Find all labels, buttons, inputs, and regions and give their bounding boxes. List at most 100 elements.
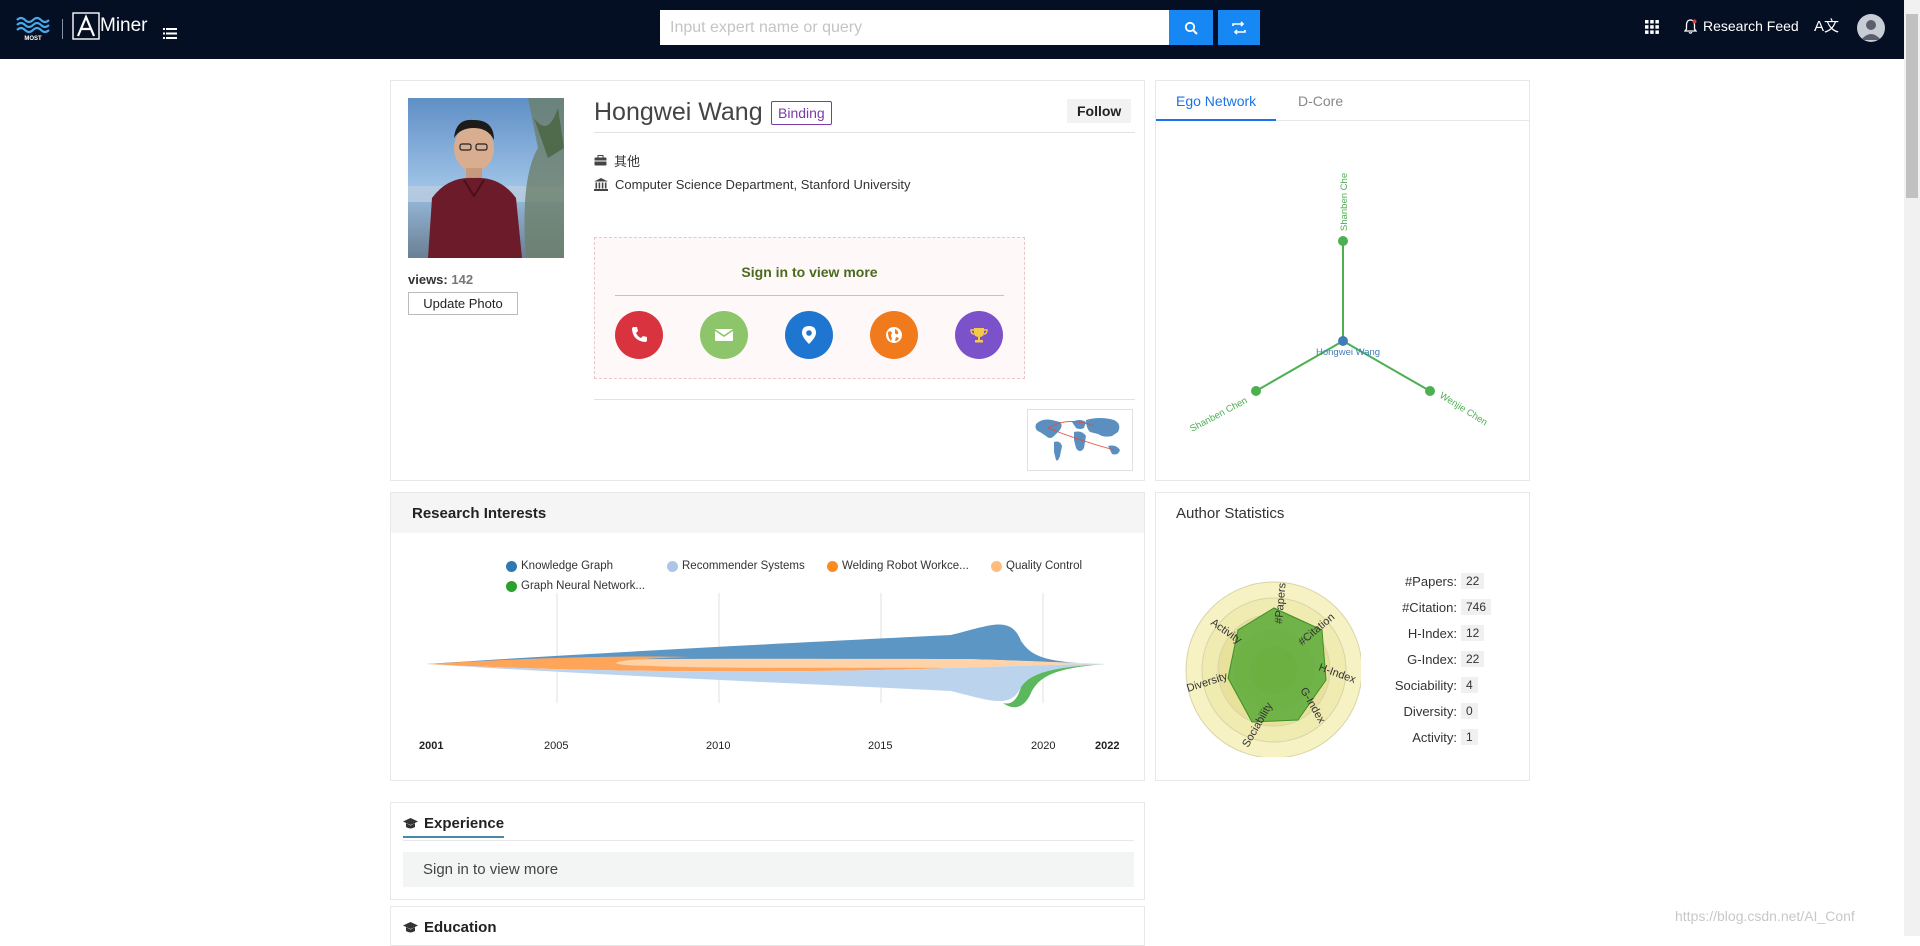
profile-card: views: 142 Update Photo Hongwei Wang Bin… [390, 80, 1145, 481]
section-header: Research Interests [391, 493, 1144, 533]
legend-item[interactable]: Graph Neural Network... [506, 580, 645, 592]
node-label: Wenjie Chen [1437, 390, 1489, 428]
network-tabs: Ego Network D-Core [1156, 81, 1529, 121]
institution-icon [594, 178, 608, 191]
briefcase-icon [594, 155, 607, 166]
views-count: views: 142 [408, 272, 473, 287]
interests-streamgraph: 2001 2005 2010 2015 2020 2022 [419, 593, 1119, 752]
phone-button[interactable] [615, 311, 663, 359]
stat-label: Activity: [1412, 729, 1457, 745]
email-icon [714, 329, 734, 341]
experience-signin-prompt[interactable]: Sign in to view more [403, 852, 1134, 887]
research-feed-label: Research Feed [1703, 18, 1799, 34]
profile-photo [408, 98, 564, 258]
stat-row: H-Index: 12 [1371, 625, 1485, 641]
author-radar-chart: #Papers #Citation H-Index G-Index Sociab… [1185, 581, 1361, 757]
stat-label: #Papers: [1404, 573, 1457, 589]
legend-dot [506, 580, 517, 592]
legend-item[interactable]: Quality Control [991, 560, 1082, 572]
legend-item[interactable]: Recommender Systems [667, 560, 805, 572]
tab-ego-network[interactable]: Ego Network [1156, 81, 1277, 121]
aminer-logo-text: Miner [100, 15, 148, 36]
tab-d-core[interactable]: D-Core [1278, 81, 1363, 121]
affiliation-text: Computer Science Department, Stanford Un… [615, 177, 911, 192]
swap-icon [1232, 20, 1246, 35]
email-button[interactable] [700, 311, 748, 359]
divider [594, 132, 1135, 133]
affiliation-row: Computer Science Department, Stanford Un… [594, 177, 911, 192]
swap-search-button[interactable] [1218, 10, 1260, 45]
world-map-thumbnail[interactable] [1027, 409, 1133, 471]
phone-icon [632, 327, 647, 342]
stat-row: #Citation: 746 [1371, 599, 1492, 615]
experience-title-text: Experience [424, 815, 505, 832]
stat-label: #Citation: [1402, 599, 1457, 615]
stat-label: Diversity: [1403, 703, 1457, 719]
legend-item[interactable]: Knowledge Graph [506, 560, 613, 572]
legend-item[interactable]: Welding Robot Workce... [827, 560, 969, 572]
apps-grid-icon[interactable] [1645, 20, 1659, 39]
most-logo-icon: MOST [16, 16, 50, 42]
author-statistics-title: Author Statistics [1176, 505, 1285, 522]
network-node[interactable] [1251, 386, 1261, 396]
stat-row: G-Index: 22 [1371, 651, 1485, 667]
most-logo[interactable]: MOST [14, 14, 52, 42]
stat-value: 22 [1461, 651, 1485, 667]
user-avatar[interactable] [1857, 14, 1885, 42]
legend-label: Knowledge Graph [521, 560, 614, 572]
x-axis-tick: 2005 [544, 740, 568, 752]
research-feed-link[interactable]: Research Feed [1684, 18, 1799, 34]
x-axis-tick: 2010 [706, 740, 730, 752]
divider [403, 840, 1134, 841]
network-node[interactable] [1425, 386, 1435, 396]
bell-icon [1684, 18, 1697, 34]
binding-button[interactable]: Binding [771, 101, 832, 125]
x-axis-tick: 2001 [419, 740, 443, 752]
stat-value: 12 [1461, 625, 1485, 641]
legend-label: Quality Control [1006, 560, 1083, 572]
center-node[interactable] [1338, 336, 1348, 346]
legend-dot [506, 560, 517, 572]
logo-divider [62, 19, 63, 39]
website-button[interactable] [870, 311, 918, 359]
graduation-cap-icon [403, 817, 418, 828]
experience-card: Experience Sign in to view more [390, 802, 1145, 900]
language-switch-icon[interactable]: A文 [1814, 15, 1839, 36]
stream-knowledge-graph[interactable] [427, 624, 1106, 664]
legend-label: Welding Robot Workce... [842, 560, 969, 572]
node-label: Shanben Chen [1188, 395, 1249, 434]
legend-dot [667, 560, 678, 572]
update-photo-button[interactable]: Update Photo [408, 292, 518, 315]
search-button[interactable] [1169, 10, 1213, 45]
stat-value: 0 [1461, 703, 1478, 719]
menu-icon[interactable] [163, 26, 177, 44]
search-input[interactable] [660, 10, 1169, 45]
experience-title: Experience [403, 815, 505, 838]
x-axis-tick: 2020 [1031, 740, 1055, 752]
divider [594, 399, 1135, 400]
stat-value: 746 [1461, 599, 1492, 615]
education-title: Education [403, 919, 497, 936]
signin-divider [615, 295, 1004, 296]
position-text: 其他 [614, 154, 641, 169]
network-node[interactable] [1338, 236, 1348, 246]
research-interests-card: Research Interests Knowledge Graph Recom… [390, 492, 1145, 781]
aminer-a-icon [72, 12, 100, 40]
position-row: 其他 [594, 151, 640, 170]
aminer-logo[interactable]: Miner [72, 12, 148, 40]
awards-button[interactable] [955, 311, 1003, 359]
author-statistics-card: Author Statistics #Papers #Citation H-In… [1155, 492, 1530, 781]
scrollbar-thumb[interactable] [1906, 14, 1918, 198]
svg-text:MOST: MOST [24, 36, 42, 42]
contact-signin-box: Sign in to view more [594, 237, 1025, 379]
stat-row: Activity: 1 [1371, 729, 1478, 745]
stat-label: G-Index: [1407, 651, 1457, 667]
x-axis-tick: 2015 [868, 740, 892, 752]
signin-prompt[interactable]: Sign in to view more [595, 264, 1024, 280]
center-node-label: Hongwei Wang [1316, 347, 1380, 358]
location-button[interactable] [785, 311, 833, 359]
research-interests-title: Research Interests [412, 505, 547, 522]
follow-button[interactable]: Follow [1067, 99, 1132, 123]
legend-dot [991, 560, 1002, 572]
views-value: 142 [451, 272, 474, 287]
